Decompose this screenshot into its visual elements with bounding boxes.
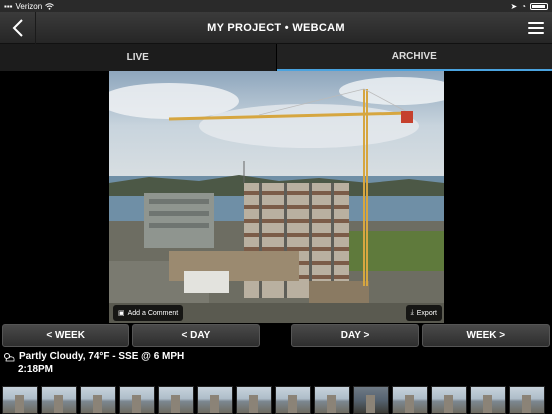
date-navigation: < WEEK < DAY DAY > WEEK > bbox=[0, 324, 552, 347]
weather-info: Partly Cloudy, 74°F - SSE @ 6 MPH 2:18PM bbox=[3, 351, 184, 381]
thumbnail[interactable] bbox=[41, 386, 77, 414]
next-week-button[interactable]: WEEK > bbox=[421, 324, 550, 347]
webcam-image[interactable]: ▣ Add a Comment ⤓ Export bbox=[109, 71, 444, 323]
export-button[interactable]: ⤓ Export bbox=[405, 305, 442, 321]
thumbnail[interactable] bbox=[509, 386, 545, 414]
chevron-left-icon bbox=[12, 19, 23, 37]
thumbnail[interactable] bbox=[2, 386, 38, 414]
alarm-icon: ◔ bbox=[521, 1, 526, 11]
tab-live[interactable]: LIVE bbox=[0, 44, 277, 71]
partly-cloudy-icon bbox=[4, 352, 15, 361]
page-title: MY PROJECT • WEBCAM bbox=[207, 21, 345, 34]
carrier-label: Verizon bbox=[15, 1, 43, 11]
thumbnail[interactable] bbox=[119, 386, 155, 414]
thumbnail-strip bbox=[0, 386, 552, 414]
add-comment-button[interactable]: ▣ Add a Comment bbox=[113, 305, 184, 321]
weather-conditions: Partly Cloudy, 74°F - SSE @ 6 MPH bbox=[19, 351, 185, 362]
download-icon: ⤓ bbox=[410, 309, 414, 316]
comment-icon: ▣ bbox=[118, 310, 125, 317]
capture-time: 2:18PM bbox=[18, 364, 54, 375]
thumbnail[interactable] bbox=[470, 386, 506, 414]
location-icon: ➤ bbox=[510, 1, 518, 11]
thumbnail[interactable] bbox=[197, 386, 233, 414]
previous-week-button[interactable]: < WEEK bbox=[2, 324, 130, 347]
hamburger-menu-icon[interactable] bbox=[528, 22, 544, 34]
thumbnail[interactable] bbox=[353, 386, 389, 414]
add-comment-label: Add a Comment bbox=[127, 309, 179, 317]
signal-icon: ▪▪▪ bbox=[4, 1, 13, 11]
thumbnail[interactable] bbox=[392, 386, 428, 414]
battery-icon bbox=[529, 2, 548, 10]
tab-bar: LIVE ARCHIVE bbox=[0, 44, 552, 71]
previous-day-button[interactable]: < DAY bbox=[132, 324, 260, 347]
wifi-icon bbox=[45, 2, 55, 10]
thumbnail[interactable] bbox=[80, 386, 116, 414]
thumbnail[interactable] bbox=[431, 386, 467, 414]
thumbnail[interactable] bbox=[236, 386, 272, 414]
navigation-bar: MY PROJECT • WEBCAM bbox=[0, 12, 552, 44]
thumbnail[interactable] bbox=[158, 386, 194, 414]
thumbnail[interactable] bbox=[275, 386, 311, 414]
back-button[interactable] bbox=[0, 12, 36, 44]
construction-site-photo bbox=[109, 71, 444, 323]
tab-archive[interactable]: ARCHIVE bbox=[276, 44, 552, 71]
thumbnail[interactable] bbox=[314, 386, 350, 414]
status-bar: ▪▪▪ Verizon ➤ ◔ bbox=[0, 0, 552, 12]
export-label: Export bbox=[416, 309, 437, 317]
next-day-button[interactable]: DAY > bbox=[291, 324, 419, 347]
